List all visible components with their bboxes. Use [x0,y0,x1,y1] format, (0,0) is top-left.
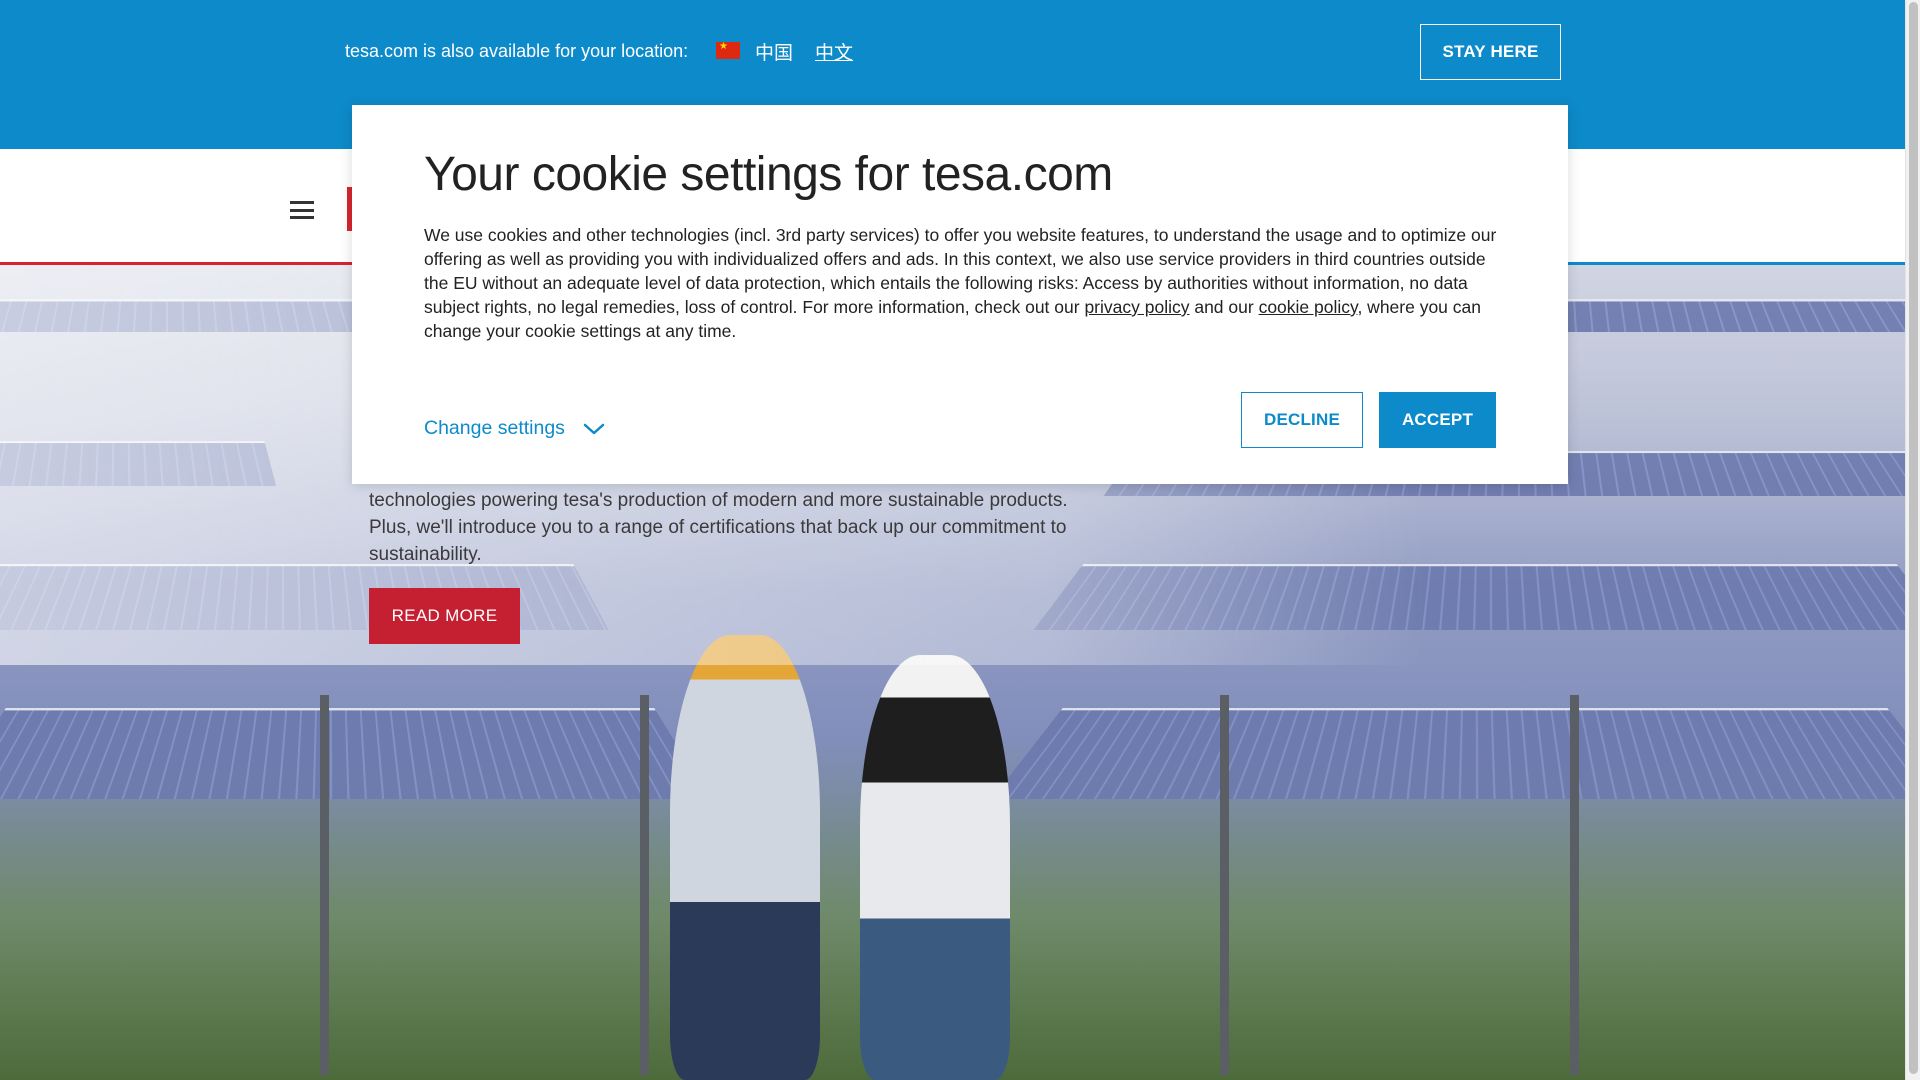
hero-body-line: Plus, we'll introduce you to a range of … [369,517,1067,538]
china-flag-icon [716,41,740,59]
cookie-dialog-title: Your cookie settings for tesa.com [424,148,1113,201]
read-more-button[interactable]: READ MORE [369,588,520,644]
hero-description: technologies powering tesa's production … [369,487,1129,568]
menu-icon[interactable] [290,201,314,219]
cookie-policy-link[interactable]: cookie policy [1259,297,1358,317]
accept-button[interactable]: ACCEPT [1379,392,1496,448]
page-scrollbar[interactable] [1905,0,1920,1080]
header-accent-red [0,262,360,265]
header-accent-blue [1560,262,1905,265]
decline-button[interactable]: DECLINE [1241,392,1363,448]
stay-here-button[interactable]: STAY HERE [1420,24,1561,80]
country-label: 中国 [755,43,794,64]
page: technologies powering tesa's production … [0,0,1920,1080]
cookie-text-connector: and our [1189,297,1259,317]
hero-body-line: sustainability. [369,544,482,565]
privacy-policy-link[interactable]: privacy policy [1084,297,1189,317]
cookie-dialog-text: We use cookies and other technologies (i… [424,223,1499,343]
chevron-down-icon [583,423,605,434]
hero-body-line: technologies powering tesa's production … [369,490,1068,511]
location-message: tesa.com is also available for your loca… [345,41,689,61]
cookie-consent-dialog: Your cookie settings for tesa.com We use… [352,105,1568,484]
scrollbar-thumb[interactable] [1909,2,1918,1074]
location-suggestion-bar: tesa.com is also available for your loca… [0,0,1905,104]
language-link[interactable]: 中文 [815,38,853,65]
change-settings-toggle[interactable]: Change settings [424,417,605,440]
change-settings-label: Change settings [424,417,565,439]
